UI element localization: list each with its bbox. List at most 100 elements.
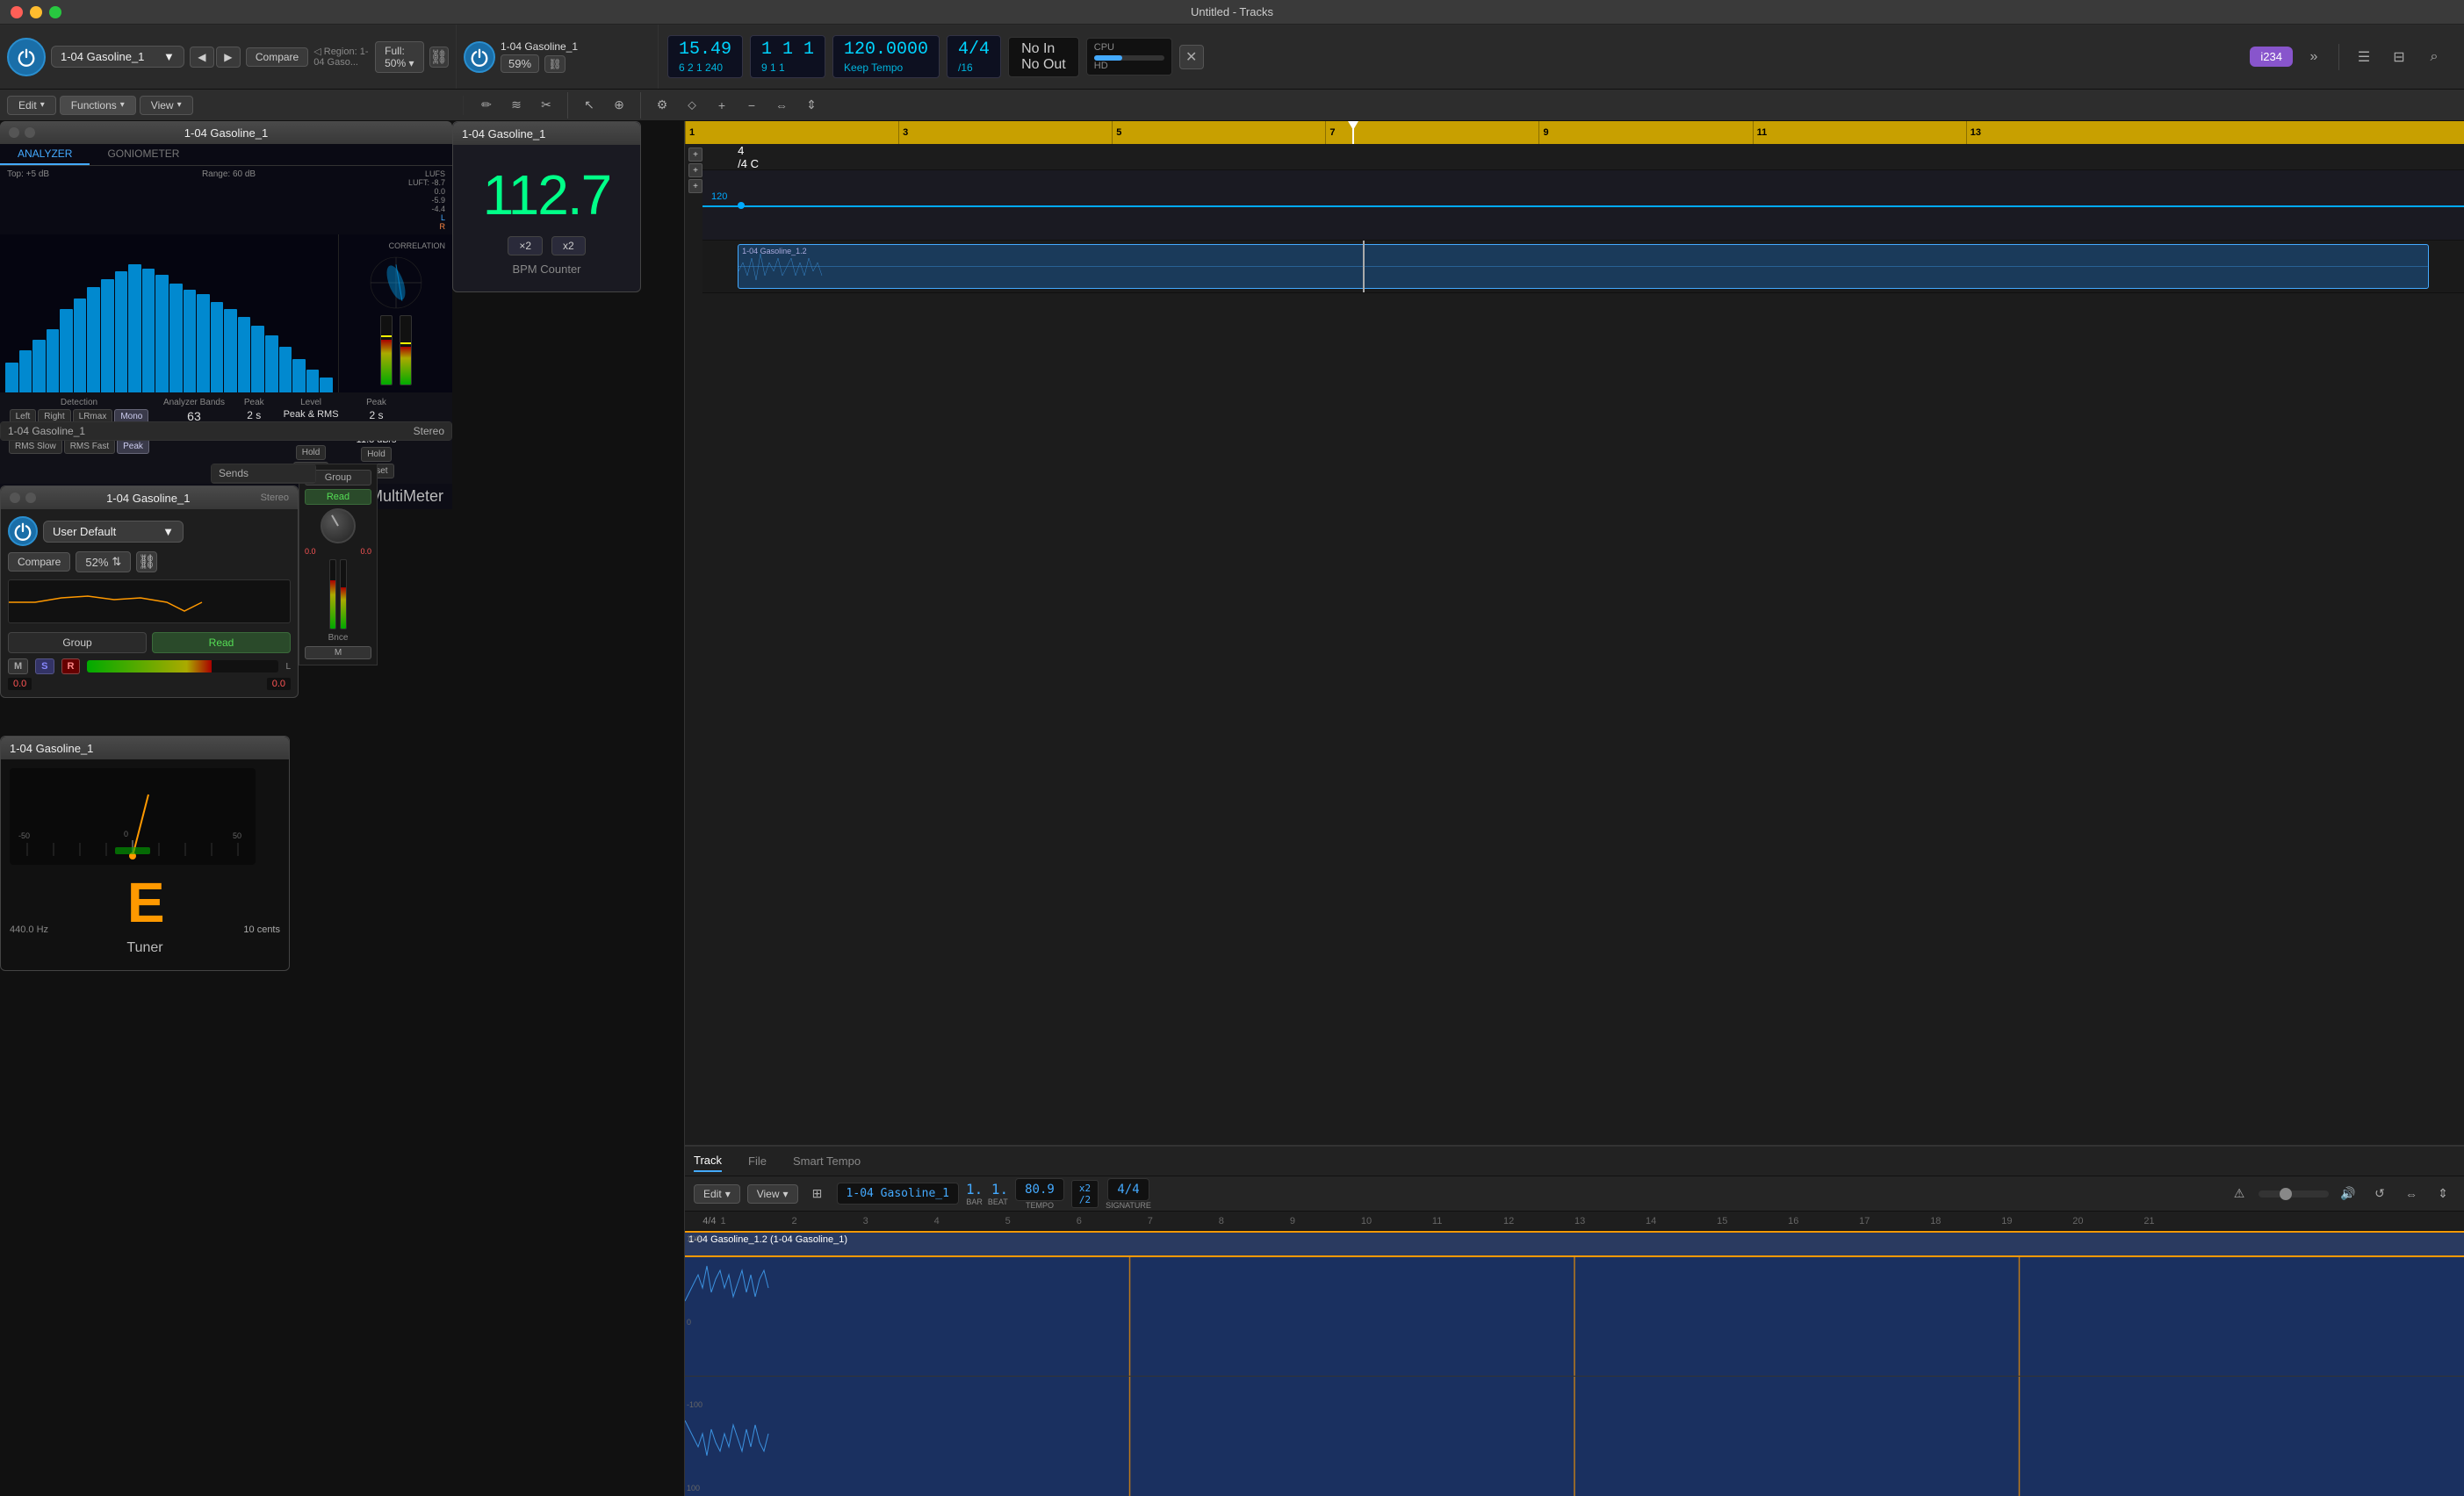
bars-row-1: 1 1 1 [761,40,814,60]
fit-icon[interactable]: ⇔ [769,93,794,118]
spec-bar-23 [306,370,320,392]
zoom-slider-thumb[interactable] [2280,1188,2292,1200]
align-icon[interactable]: ⬦ [680,93,704,118]
settings-icon[interactable]: ⚙ [650,93,674,118]
preset-dropdown[interactable]: 1-04 Gasoline_1 ▼ [51,46,184,68]
zoom-plus-2[interactable]: + [688,179,702,193]
vu-peak-r [400,342,411,344]
audio-region[interactable]: 1-04 Gasoline_1.2 [738,244,2429,289]
channel-power-button[interactable] [8,516,38,546]
position-row-1: 15.49 [679,40,731,60]
zoom-in-icon[interactable]: + [710,93,734,118]
pencil-icon[interactable]: ✏ [474,93,499,118]
solo-button[interactable]: S [35,658,54,674]
channel-pct-display[interactable]: 52% ⇅ [76,551,131,572]
meter-vals-row: 0.0 0.0 [8,678,291,690]
bpm-power-button[interactable] [464,41,495,73]
ruler-mark-7: 7 [1325,121,1335,144]
bpm-multiply-btn[interactable]: x2 [551,236,586,255]
multimeter-name: MultiMeter [370,487,443,506]
bottom-mark-14: 14 [1646,1216,1656,1226]
rms-fast-btn[interactable]: RMS Fast [64,439,115,454]
bpm-titlebar: 1-04 Gasoline_1 [453,122,640,145]
volume-icon[interactable]: 🔊 [2336,1182,2360,1206]
goniometer-tab[interactable]: GONIOMETER [90,144,197,165]
nav-next-button[interactable]: ▶ [216,47,241,68]
channel-caret: ▼ [162,525,174,538]
record-button[interactable]: R [61,658,81,674]
link-button[interactable]: ⛓ [429,47,449,68]
maximize-button[interactable] [49,6,61,18]
close-transport-button[interactable]: ✕ [1179,45,1204,69]
channel-compare-button[interactable]: Compare [8,552,70,572]
waveform-region-top[interactable]: 1-04 Gasoline_1.2 (1-04 Gasoline_1) [685,1231,2464,1257]
bottom-mark-3: 3 [863,1216,868,1226]
spec-bar-13 [169,284,183,392]
minimize-button[interactable] [30,6,42,18]
tab-track[interactable]: Track [694,1150,722,1172]
meter-val-1: 0.0 [8,678,32,690]
tab-smart-tempo[interactable]: Smart Tempo [793,1154,861,1168]
expand-v-icon[interactable]: ⇕ [2431,1182,2455,1206]
peak-mode-btn[interactable]: Peak [117,439,149,454]
channel-dots [10,493,36,503]
channel-link-button[interactable]: ⛓ [136,551,157,572]
channel-compare-row: Compare 52% ⇅ ⛓ [8,551,291,572]
compare-button[interactable]: Compare [246,47,308,67]
user-badge[interactable]: i234 [2250,47,2293,67]
view-button[interactable]: View ▾ [140,96,193,115]
more-button[interactable]: » [2300,43,2328,71]
spec-bar-20 [265,335,278,392]
read-button[interactable]: Read [152,632,291,653]
hamburger-icon[interactable]: ☰ [2350,43,2378,71]
zoom-minus[interactable]: + [688,163,702,177]
hold-btn-2[interactable]: Hold [296,445,327,460]
snap-icon[interactable]: ⊞ [805,1182,830,1206]
waveform-icon[interactable]: ≋ [504,93,529,118]
notes-icon[interactable]: ⊟ [2385,43,2413,71]
detection-label: Detection [61,398,97,407]
cpu-display: CPU HD [1086,38,1172,76]
zoom-plus[interactable]: + [688,147,702,162]
tempo-point[interactable] [738,202,745,209]
pan-knob[interactable] [321,508,356,543]
zoom-out-icon[interactable]: − [739,93,764,118]
goniometer-display [357,255,436,310]
nav-prev-button[interactable]: ◀ [190,47,214,68]
bottom-view-button[interactable]: View ▾ [747,1184,798,1204]
bpm-pct-display[interactable]: 59% [501,54,539,73]
spec-bar-8 [101,279,114,392]
tab-file[interactable]: File [748,1154,767,1168]
position-row-2: 6 2 1 240 [679,61,731,74]
read-btn-mini[interactable]: Read [305,489,371,505]
plugin-power-button[interactable] [7,38,46,76]
edit-label: Edit [18,99,37,111]
undo-icon[interactable]: ↺ [2367,1182,2392,1206]
scissors-icon[interactable]: ✂ [534,93,558,118]
hold-btn-3[interactable]: Hold [361,447,392,462]
edit-button[interactable]: Edit ▾ [7,96,56,115]
group-button[interactable]: Group [8,632,147,653]
lufs-lra: -5.9 [431,196,445,205]
zoom-button[interactable]: Full: 50% ▾ [375,41,424,73]
expand-icon[interactable]: ⇕ [799,93,824,118]
zoom-slider[interactable] [2259,1190,2329,1198]
mute-button[interactable]: M [8,658,28,674]
bpm-link-button[interactable]: ⛓ [544,55,566,73]
bottom-edit-button[interactable]: Edit ▾ [694,1184,740,1204]
bpm-divide-btn[interactable]: ×2 [508,236,543,255]
warning-icon[interactable]: ⚠ [2227,1182,2251,1206]
group-read-row: Group Read [8,629,291,653]
pointer-icon[interactable]: ↖ [577,93,602,118]
region-zoom-group: ◁ Region: 1-04 Gaso... Full: 50% ▾ ⛓ [313,41,449,73]
bottom-position: 1. 1. BAR BEAT [966,1181,1008,1206]
expand-h-icon[interactable]: ⇔ [2399,1182,2424,1206]
channel-preset-dropdown[interactable]: User Default ▼ [43,521,184,543]
functions-button[interactable]: Functions ▾ [60,96,136,115]
rms-slow-btn[interactable]: RMS Slow [9,439,62,454]
crosshair-icon[interactable]: ⊕ [607,93,631,118]
analyzer-tab[interactable]: ANALYZER [0,144,90,165]
search-icon[interactable]: ⌕ [2420,43,2448,71]
mute-mini[interactable]: M [305,646,371,659]
close-button[interactable] [11,6,23,18]
